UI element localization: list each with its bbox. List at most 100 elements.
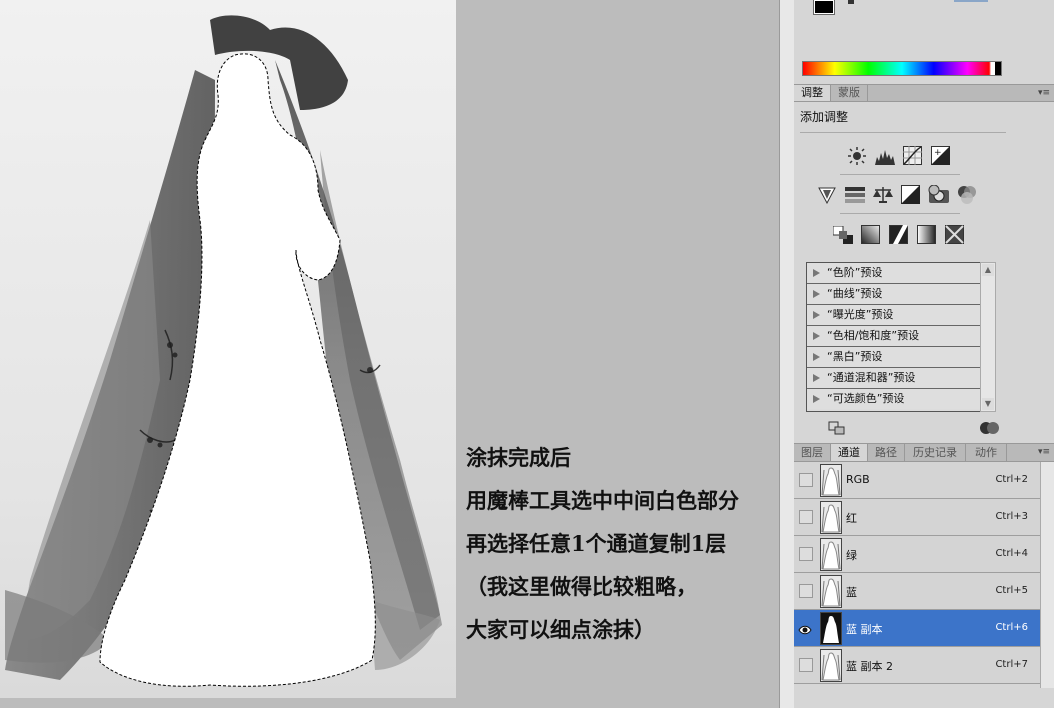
expand-triangle-icon[interactable] — [813, 374, 820, 382]
black-white-icon[interactable] — [900, 184, 921, 205]
channel-shortcut: Ctrl+7 — [995, 659, 1028, 670]
adjustment-preset-list: “色阶”预设 “曲线”预设 “曝光度”预设 “色相/饱和度”预设 “黑白”预设 … — [806, 262, 982, 412]
expand-triangle-icon[interactable] — [813, 395, 820, 403]
panel-dock: 调整 蒙版 ▾≡ 添加调整 + “色阶”预设 “曲线”预设 “曝光度”预设 “色… — [794, 0, 1054, 708]
channel-name: 蓝 副本 — [846, 623, 883, 636]
foreground-color-swatch[interactable] — [813, 0, 835, 15]
channel-image — [5, 15, 442, 687]
curves-icon[interactable] — [902, 145, 923, 166]
eye-icon[interactable] — [798, 621, 812, 635]
expand-triangle-icon[interactable] — [813, 311, 820, 319]
visibility-toggle[interactable] — [799, 547, 813, 561]
channel-mixer-icon[interactable] — [956, 184, 977, 205]
preset-label: “通道混和器”预设 — [827, 371, 916, 384]
channel-name: 红 — [846, 512, 857, 525]
invert-icon[interactable] — [832, 224, 853, 245]
document-canvas[interactable] — [0, 0, 456, 698]
tutorial-line: 涂抹完成后 — [466, 445, 571, 470]
scroll-up-arrow-icon[interactable]: ▲ — [982, 264, 994, 276]
tab-masks[interactable]: 蒙版 — [831, 85, 868, 101]
preset-hue-saturation[interactable]: “色相/饱和度”预设 — [807, 326, 981, 347]
channel-name: 蓝 — [846, 586, 857, 599]
visibility-toggle[interactable] — [799, 658, 813, 672]
tutorial-line: （我这里做得比较粗略， — [466, 574, 697, 599]
threshold-icon[interactable] — [888, 224, 909, 245]
preset-label: “色相/饱和度”预设 — [827, 329, 920, 342]
channel-shortcut: Ctrl+6 — [995, 622, 1028, 633]
channel-thumbnail — [820, 612, 842, 645]
channel-shortcut: Ctrl+3 — [995, 511, 1028, 522]
expand-triangle-icon[interactable] — [813, 332, 820, 340]
channel-row-red[interactable]: 红 Ctrl+3 — [794, 499, 1040, 536]
clip-to-layer-icon[interactable] — [980, 420, 1000, 436]
preset-black-white[interactable]: “黑白”预设 — [807, 347, 981, 368]
scroll-down-arrow-icon[interactable]: ▼ — [982, 398, 994, 410]
channel-shortcut: Ctrl+4 — [995, 548, 1028, 559]
channel-name: 绿 — [846, 549, 857, 562]
channel-row-blue[interactable]: 蓝 Ctrl+5 — [794, 573, 1040, 610]
divider — [800, 132, 1006, 133]
tab-paths[interactable]: 路径 — [868, 444, 905, 461]
selective-color-icon[interactable] — [944, 224, 965, 245]
visibility-toggle[interactable] — [799, 473, 813, 487]
expand-triangle-icon[interactable] — [813, 290, 820, 298]
svg-text:+: + — [934, 148, 942, 158]
channel-thumbnail — [820, 575, 842, 608]
posterize-icon[interactable] — [860, 224, 881, 245]
color-spectrum-bar[interactable] — [802, 61, 1002, 76]
color-balance-icon[interactable] — [872, 184, 893, 205]
levels-icon[interactable] — [874, 145, 895, 166]
preset-label: “可选颜色”预设 — [827, 392, 905, 405]
preset-channel-mixer[interactable]: “通道混和器”预设 — [807, 368, 981, 389]
divider — [840, 213, 960, 214]
preset-label: “黑白”预设 — [827, 350, 883, 363]
tab-channels[interactable]: 通道 — [831, 444, 868, 461]
brightness-contrast-icon[interactable] — [846, 145, 867, 166]
panel-menu-icon[interactable]: ▾≡ — [1038, 85, 1050, 101]
panel-collapse-strip[interactable] — [779, 0, 795, 708]
preset-label: “色阶”预设 — [827, 266, 883, 279]
channels-scrollbar[interactable] — [1040, 462, 1054, 688]
preset-scrollbar[interactable]: ▲ ▼ — [980, 262, 996, 412]
channel-row-blue-copy[interactable]: 蓝 副本 Ctrl+6 — [794, 610, 1040, 647]
channel-name: 蓝 副本 2 — [846, 660, 893, 673]
channel-thumbnail — [820, 538, 842, 571]
preset-exposure[interactable]: “曝光度”预设 — [807, 305, 981, 326]
layers-tabbar: 图层 通道 路径 历史记录 动作 ▾≡ — [794, 443, 1054, 462]
return-to-list-icon[interactable] — [828, 420, 848, 436]
preset-curves[interactable]: “曲线”预设 — [807, 284, 981, 305]
color-value-field[interactable] — [954, 0, 988, 2]
tab-adjustments[interactable]: 调整 — [794, 85, 831, 101]
tutorial-line: 大家可以细点涂抹） — [466, 617, 655, 642]
channel-row-green[interactable]: 绿 Ctrl+4 — [794, 536, 1040, 573]
expand-triangle-icon[interactable] — [813, 353, 820, 361]
photo-filter-icon[interactable] — [928, 184, 949, 205]
preset-label: “曲线”预设 — [827, 287, 883, 300]
preset-selective-color[interactable]: “可选颜色”预设 — [807, 389, 981, 409]
panel-menu-icon[interactable]: ▾≡ — [1038, 444, 1050, 461]
preset-label: “曝光度”预设 — [827, 308, 894, 321]
swap-colors-icon[interactable] — [848, 0, 854, 4]
channel-thumbnail — [820, 501, 842, 534]
exposure-icon[interactable]: + — [930, 145, 951, 166]
tutorial-text: 涂抹完成后 用魔棒工具选中中间白色部分 再选择任意1个通道复制1层 （我这里做得… — [466, 436, 796, 651]
channel-thumbnail — [820, 649, 842, 682]
divider — [840, 174, 960, 175]
visibility-toggle[interactable] — [799, 584, 813, 598]
preset-levels[interactable]: “色阶”预设 — [807, 263, 981, 284]
gradient-map-icon[interactable] — [916, 224, 937, 245]
tutorial-line: 再选择任意1个通道复制1层 — [466, 531, 727, 556]
tab-history[interactable]: 历史记录 — [905, 444, 966, 461]
visibility-toggle[interactable] — [799, 510, 813, 524]
vibrance-icon[interactable] — [816, 184, 837, 205]
tab-actions[interactable]: 动作 — [966, 444, 1007, 461]
tutorial-line: 用魔棒工具选中中间白色部分 — [466, 488, 739, 513]
channel-row-rgb[interactable]: RGB Ctrl+2 — [794, 462, 1040, 499]
adjustments-tabbar: 调整 蒙版 ▾≡ — [794, 84, 1054, 102]
channel-name: RGB — [846, 473, 870, 486]
expand-triangle-icon[interactable] — [813, 269, 820, 277]
tab-layers[interactable]: 图层 — [794, 444, 831, 461]
hue-saturation-icon[interactable] — [844, 184, 865, 205]
channel-shortcut: Ctrl+5 — [995, 585, 1028, 596]
channel-row-blue-copy-2[interactable]: 蓝 副本 2 Ctrl+7 — [794, 647, 1040, 684]
